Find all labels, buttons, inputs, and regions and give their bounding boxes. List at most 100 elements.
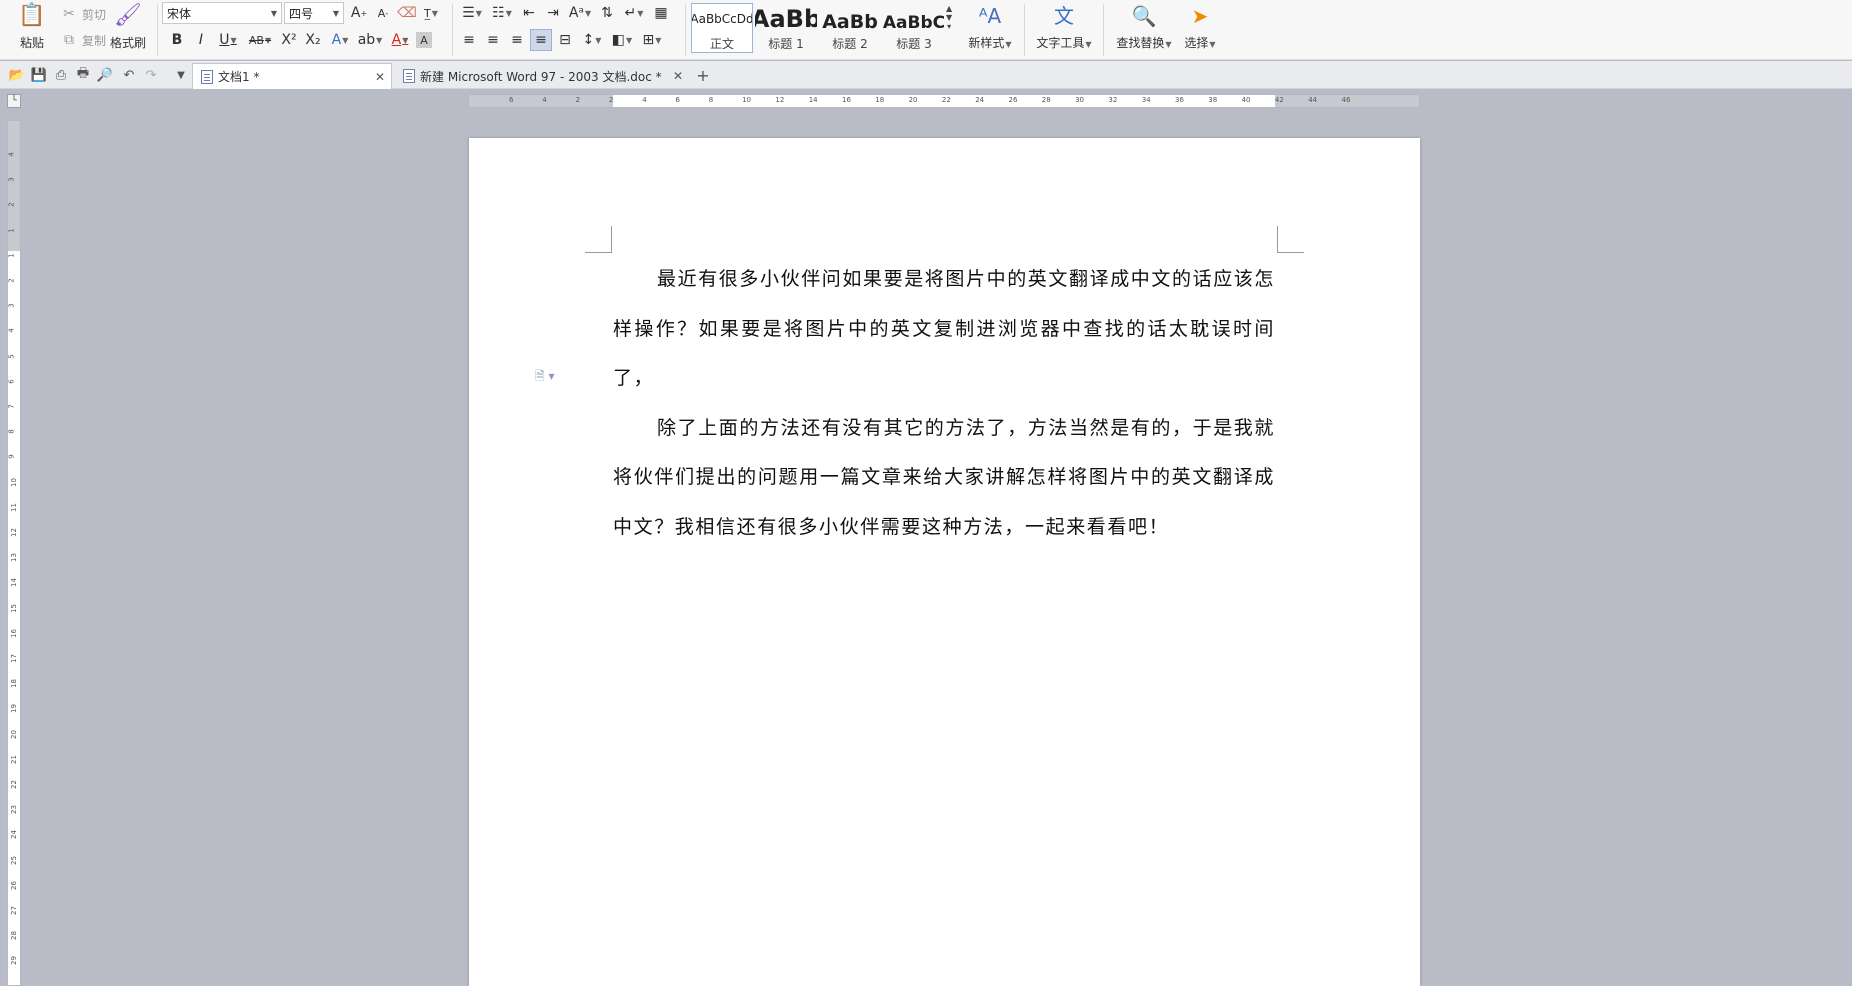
- format-painter-button[interactable]: 🖌 格式刷: [104, 2, 152, 56]
- ruler-tick-label: 26: [9, 880, 18, 890]
- export-pdf-icon[interactable]: ⎙: [52, 66, 70, 84]
- select-button[interactable]: ➤ 选择▼: [1178, 2, 1222, 56]
- show-marks-icon[interactable]: ↵ ▼: [620, 2, 648, 24]
- scissors-icon: ✂: [63, 6, 75, 22]
- tab-document-1[interactable]: 文档1 * ✕: [192, 63, 392, 89]
- distribute-icon[interactable]: ⊟: [554, 29, 576, 51]
- copy-button[interactable]: ⧉ 复制: [58, 29, 106, 51]
- ruler-tick-label: 27: [9, 906, 18, 915]
- margin-corner-top-left: [585, 226, 612, 253]
- close-icon[interactable]: ✕: [375, 70, 385, 84]
- horizontal-ruler[interactable]: 6 4 2 2 4 6 8 10 12 14 16 18 20 22 24 26 28 30 32 34 36 38 40 4…: [468, 94, 1420, 108]
- ruler-tick-label: 20: [908, 96, 918, 104]
- font-size-select[interactable]: 四号 ▼: [284, 2, 344, 24]
- ruler-tick-label: 21: [9, 754, 18, 764]
- new-tab-icon[interactable]: +: [694, 66, 712, 85]
- clear-format-icon[interactable]: ⌫: [396, 2, 418, 24]
- margin-corner-top-right: [1277, 226, 1304, 253]
- ruler-tick-label: 30: [1075, 96, 1085, 104]
- vertical-ruler[interactable]: 4 3 2 1 1 2 3 4 5 6 7 8 9 10 11 12 13 14 15 16 17 18 19 20 21 22 2…: [7, 120, 21, 986]
- char-shading-icon[interactable]: A: [416, 32, 432, 48]
- ruler-tick-label: 14: [9, 578, 18, 588]
- align-center-icon[interactable]: ≡: [482, 29, 504, 51]
- open-icon[interactable]: 📂: [8, 66, 26, 84]
- strikethrough-icon[interactable]: AB ▼: [244, 29, 276, 51]
- print-preview-icon[interactable]: 🔎: [96, 66, 114, 84]
- ruler-tick-label: 6: [509, 96, 514, 104]
- ruler-tick-label: 6: [675, 96, 680, 104]
- superscript-icon[interactable]: X²: [278, 29, 300, 51]
- phonetic-icon[interactable]: T̲ ▼: [420, 2, 442, 24]
- ruler-tick-label: 12: [9, 528, 18, 537]
- print-icon[interactable]: 🖶: [74, 66, 92, 84]
- bold-icon[interactable]: B: [166, 29, 188, 51]
- numbered-list-icon[interactable]: ☷ ▼: [488, 2, 516, 24]
- ruler-tick-label: 2: [7, 202, 16, 208]
- subscript-icon[interactable]: X₂: [302, 29, 324, 51]
- ruler-tick-label: 1: [7, 227, 16, 233]
- ruler-tick-label: 32: [1108, 96, 1118, 104]
- grow-font-icon[interactable]: A +: [348, 2, 370, 24]
- find-replace-button[interactable]: 🔍 查找替换▼: [1112, 2, 1176, 56]
- paragraph[interactable]: 最近有很多小伙伴问如果要是将图片中的英文翻译成中文的话应该怎样操作？如果要是将图…: [613, 255, 1275, 404]
- text-effect-icon[interactable]: A ▼: [326, 29, 354, 51]
- table-grid-icon[interactable]: ▦: [650, 2, 672, 24]
- paragraph[interactable]: 除了上面的方法还有没有其它的方法了，方法当然是有的，于是我就将伙伴们提出的问题用…: [613, 404, 1275, 553]
- chevron-down-icon: ▼: [270, 8, 277, 18]
- style-heading-1[interactable]: AaBb 标题 1: [755, 3, 817, 53]
- bullet-list-icon[interactable]: ☰ ▼: [458, 2, 486, 24]
- ruler-tick-label: 16: [9, 628, 18, 638]
- ruler-tick-label: 34: [1141, 96, 1151, 104]
- close-icon[interactable]: ✕: [673, 69, 683, 83]
- styles-scroll[interactable]: ▲ ▼ ▾: [946, 4, 952, 31]
- ruler-tick-label: 4: [542, 96, 547, 104]
- line-spacing-icon[interactable]: ↕ ▼: [578, 29, 606, 51]
- font-family-select[interactable]: 宋体 ▼: [162, 2, 282, 24]
- ruler-tick-label: 22: [9, 780, 18, 789]
- italic-icon[interactable]: I: [190, 29, 212, 51]
- tab-document-2[interactable]: 新建 Microsoft Word 97 - 2003 文档.doc * ✕: [394, 63, 690, 89]
- sort-icon[interactable]: ⇅: [596, 2, 618, 24]
- ruler-tick-label: 8: [708, 96, 714, 104]
- ruler-tick-label: 2: [7, 278, 16, 283]
- quick-access-menu-icon[interactable]: ▼: [172, 66, 190, 84]
- align-right-icon[interactable]: ≡: [506, 29, 528, 51]
- increase-indent-icon[interactable]: ⇥: [542, 2, 564, 24]
- highlight-icon[interactable]: ab ▼: [356, 29, 384, 51]
- ruler-tick-label: 9: [7, 454, 16, 460]
- style-heading-3[interactable]: AaBbC 标题 3: [883, 3, 945, 53]
- underline-icon[interactable]: U ▼: [214, 29, 242, 51]
- ruler-tick-label: 17: [9, 654, 18, 663]
- style-heading-2[interactable]: AaBb 标题 2: [819, 3, 881, 53]
- redo-icon[interactable]: ↷: [142, 66, 160, 84]
- ruler-tick-label: 29: [9, 956, 18, 966]
- border-icon[interactable]: ⊞ ▼: [638, 29, 666, 51]
- ruler-tick-label: 38: [1208, 96, 1218, 104]
- new-style-button[interactable]: ᴬA 新样式▼: [962, 2, 1018, 56]
- shrink-font-icon[interactable]: A-: [372, 2, 394, 24]
- scroll-down-icon[interactable]: ▼: [946, 13, 952, 22]
- ruler-tick-label: 36: [1175, 96, 1184, 104]
- ruler-tick-label: 3: [7, 177, 16, 182]
- save-icon[interactable]: 💾: [30, 66, 48, 84]
- ruler-tick-label: 1: [7, 253, 16, 258]
- paste-button[interactable]: 📋 粘贴: [8, 2, 56, 56]
- decrease-indent-icon[interactable]: ⇤: [518, 2, 540, 24]
- tab-stop-selector[interactable]: └: [7, 94, 21, 108]
- text-case-icon[interactable]: Aᵃ ▼: [566, 2, 594, 24]
- ruler-tick-label: 24: [975, 96, 985, 104]
- scroll-up-icon[interactable]: ▲: [946, 4, 952, 13]
- align-left-icon[interactable]: ≡: [458, 29, 480, 51]
- font-color-icon[interactable]: A ▼: [386, 29, 414, 51]
- more-styles-icon[interactable]: ▾: [947, 22, 951, 31]
- ruler-tick-label: 46: [1341, 96, 1351, 104]
- cut-button[interactable]: ✂ 剪切: [58, 3, 106, 25]
- document-body[interactable]: 最近有很多小伙伴问如果要是将图片中的英文翻译成中文的话应该怎样操作？如果要是将图…: [613, 255, 1275, 553]
- undo-icon[interactable]: ↶: [120, 66, 138, 84]
- paragraph-options-icon[interactable]: 🗎 ▾: [535, 367, 555, 388]
- style-normal[interactable]: AaBbCcDd 正文: [691, 3, 753, 53]
- justify-icon[interactable]: ≡: [530, 29, 552, 51]
- ruler-tick-label: 44: [1308, 96, 1318, 104]
- shading-icon[interactable]: ◧ ▼: [608, 29, 636, 51]
- text-tools-button[interactable]: 文 文字工具▼: [1032, 2, 1096, 56]
